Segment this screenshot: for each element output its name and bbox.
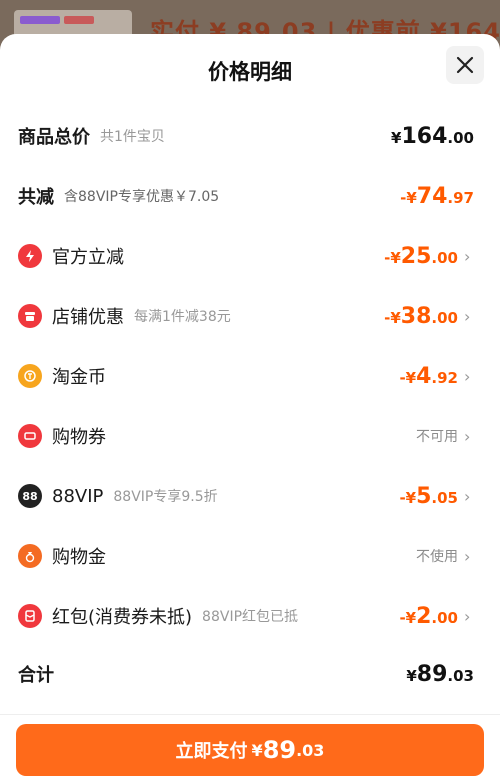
amount-reduction: -¥74.97 [400,183,474,209]
ticket-icon [18,424,42,448]
pay-button-label: 立即支付 [175,741,248,762]
price-detail-sheet: 价格明细 商品总价 共1件宝贝 ¥164.00 共减 含88VIP专享优惠￥7.… [0,34,500,783]
amount-total: ¥164.00 [391,123,474,149]
row-label: 购物券 [52,427,106,448]
pay-currency: ¥ [251,740,263,760]
close-icon [456,56,474,74]
chevron-right-icon: › [464,246,471,266]
store-icon [18,304,42,328]
row-total-reduction: 共减 含88VIP专享优惠￥7.05 -¥74.97 [18,176,474,216]
row-88vip[interactable]: 88 88VIP 88VIP专享9.5折 -¥5.05 › [18,476,474,516]
amount-vip: -¥5.05 [399,483,458,509]
row-label: 88VIP [52,485,104,507]
row-shopping-coupon[interactable]: 购物券 不可用 › [18,416,474,456]
chevron-right-icon: › [464,366,471,386]
coin-icon [18,364,42,388]
gold-status: 不使用 [416,549,458,565]
amount-redpacket: -¥2.00 [399,603,458,629]
pay-amount-dec: .03 [296,740,325,760]
lightning-icon [18,244,42,268]
row-label: 店铺优惠 [52,307,124,328]
red-envelope-icon [18,604,42,628]
amount-sum: ¥89.03 [406,661,474,687]
row-label: 合计 [18,665,54,686]
row-label: 共减 [18,187,54,208]
row-label: 官方立减 [52,247,124,268]
divider [0,714,500,715]
row-label: 淘金币 [52,367,106,388]
row-store-discount[interactable]: 店铺优惠 每满1件减38元 -¥38.00 › [18,296,474,336]
row-subtext: 88VIP红包已抵 [202,609,299,625]
row-subtext: 含88VIP专享优惠￥7.05 [64,189,220,205]
vip-88-icon: 88 [18,484,42,508]
pay-amount-int: 89 [262,736,297,764]
money-bag-icon [18,544,42,568]
sheet-title: 价格明细 [208,60,292,84]
pay-now-button[interactable]: 立即支付 ¥ 89 .03 [16,724,484,776]
chevron-right-icon: › [464,306,471,326]
amount-coin: -¥4.92 [399,363,458,389]
chevron-right-icon: › [464,486,471,506]
row-subtext: 共1件宝贝 [100,129,165,145]
row-tao-coin[interactable]: 淘金币 -¥4.92 › [18,356,474,396]
row-official-discount[interactable]: 官方立减 -¥25.00 › [18,236,474,276]
coupon-status: 不可用 [416,429,458,445]
amount-official: -¥25.00 [384,243,458,269]
row-item-total: 商品总价 共1件宝贝 ¥164.00 [18,116,474,156]
row-sum: 合计 ¥89.03 [18,654,474,694]
row-label: 购物金 [52,547,106,568]
row-label: 商品总价 [18,127,90,148]
chevron-right-icon: › [464,606,471,626]
chevron-right-icon: › [464,546,471,566]
row-red-packet[interactable]: 红包(消费券未抵) 88VIP红包已抵 -¥2.00 › [18,596,474,636]
sheet-header: 价格明细 [0,34,500,106]
close-button[interactable] [446,46,484,84]
row-subtext: 每满1件减38元 [134,309,231,325]
row-shopping-gold[interactable]: 购物金 不使用 › [18,536,474,576]
row-subtext: 88VIP专享9.5折 [113,489,218,505]
chevron-right-icon: › [464,426,471,446]
amount-store: -¥38.00 [384,303,458,329]
row-label: 红包(消费券未抵) [52,607,193,628]
